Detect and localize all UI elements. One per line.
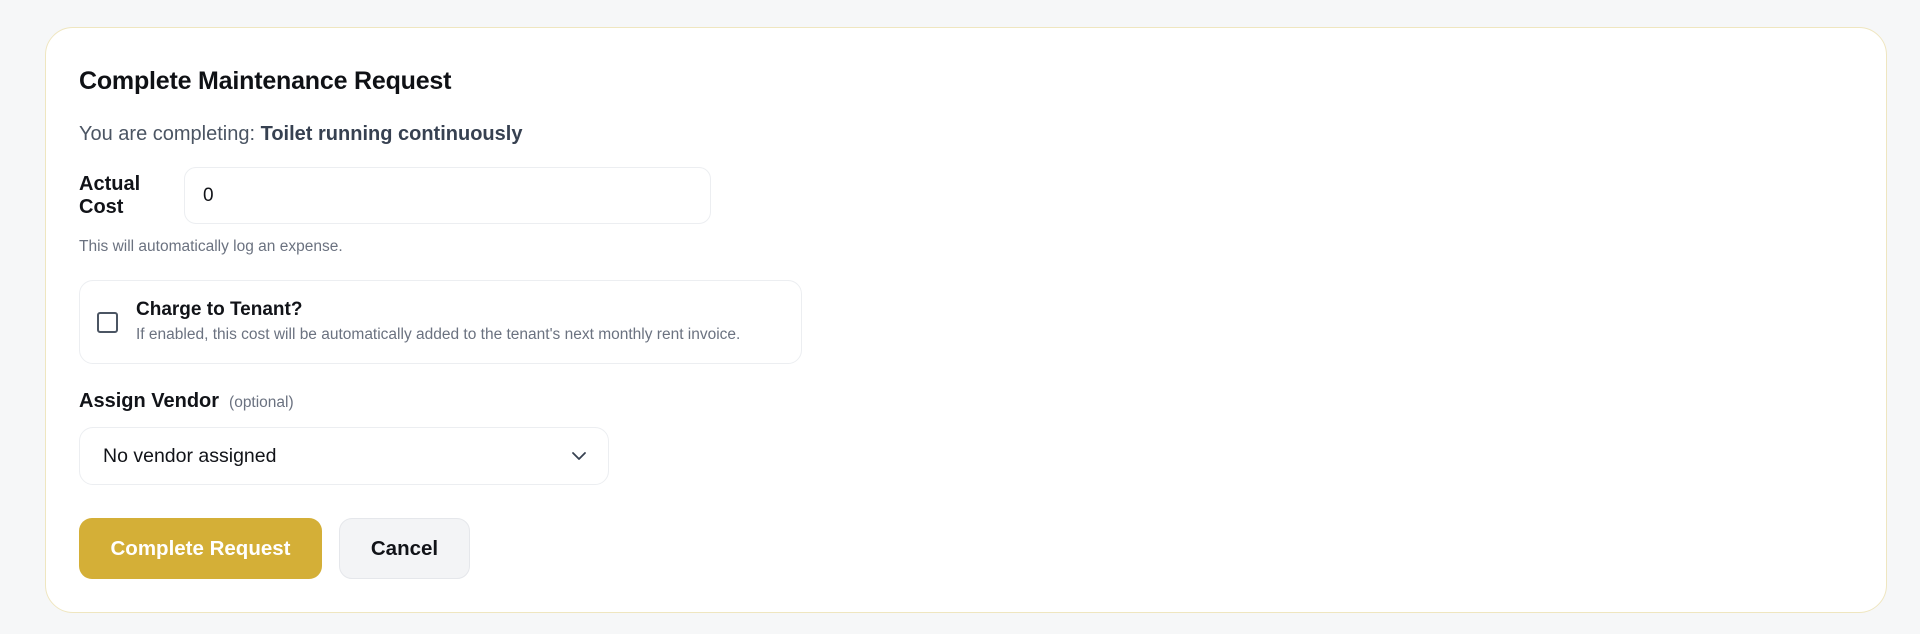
optional-tag: (optional): [229, 394, 294, 411]
assign-vendor-label: Assign Vendor: [79, 390, 220, 412]
charge-tenant-title: Charge to Tenant?: [136, 299, 303, 321]
request-name: Toilet running continuously: [260, 123, 523, 145]
charge-tenant-checkbox[interactable]: [97, 311, 118, 333]
actual-cost-row: Actual Cost: [79, 167, 1852, 224]
vendor-select[interactable]: No vendor assigned: [79, 427, 609, 485]
vendor-select-value: No vendor assigned: [103, 444, 277, 467]
charge-tenant-text: Charge to Tenant? If enabled, this cost …: [136, 299, 740, 345]
complete-request-dialog: Complete Maintenance Request You are com…: [45, 27, 1887, 613]
charge-tenant-option[interactable]: Charge to Tenant? If enabled, this cost …: [79, 280, 802, 364]
actual-cost-label: Actual Cost: [79, 172, 141, 218]
chevron-down-icon: [570, 447, 588, 465]
charge-tenant-description: If enabled, this cost will be automatica…: [136, 325, 741, 343]
assign-vendor-label-row: Assign Vendor (optional): [79, 390, 1852, 413]
dialog-title: Complete Maintenance Request: [79, 67, 452, 95]
cancel-button[interactable]: Cancel: [339, 518, 470, 579]
dialog-subtitle: You are completing: Toilet running conti…: [79, 121, 1852, 147]
subtitle-prefix: You are completing:: [79, 123, 256, 145]
dialog-actions: Complete Request Cancel: [79, 518, 1852, 579]
actual-cost-input[interactable]: [184, 167, 711, 224]
actual-cost-hint: This will automatically log an expense.: [79, 238, 343, 255]
complete-request-button[interactable]: Complete Request: [79, 518, 322, 579]
